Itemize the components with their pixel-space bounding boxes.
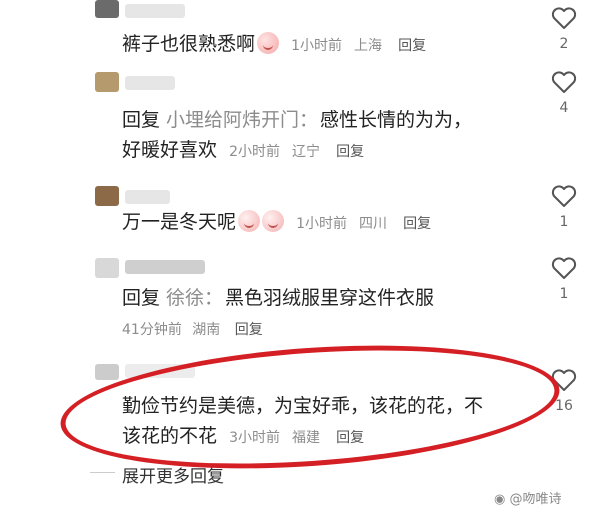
- comment-body: 万一是冬天呢 1小时前 四川 回复: [122, 208, 431, 238]
- reply-to-user[interactable]: 小埋给阿炜开门：: [166, 109, 318, 131]
- comment-text-line1: 感性长情的为为，: [320, 109, 473, 131]
- reply-to-user[interactable]: 徐徐：: [166, 287, 223, 309]
- comment-body: 回复 徐徐： 黑色羽绒服里穿这件衣服: [122, 284, 434, 312]
- comment-text: 万一是冬天呢: [122, 211, 237, 233]
- like-count: 4: [559, 100, 569, 116]
- like-count: 1: [559, 214, 569, 230]
- comment-body-line2: 好暖好喜欢 2小时前 辽宁 回复: [122, 136, 364, 166]
- watermark-text: @吻唯诗: [509, 492, 562, 507]
- comment-time: 2小时前: [229, 144, 280, 160]
- divider: [90, 472, 115, 473]
- comment-time: 41分钟前: [122, 322, 182, 338]
- weibo-icon: ◉: [494, 492, 506, 507]
- like-count: 1: [559, 286, 569, 302]
- avatar[interactable]: [95, 72, 119, 92]
- reply-button[interactable]: 回复: [398, 38, 426, 54]
- avatar[interactable]: [95, 186, 119, 206]
- avatar[interactable]: [95, 258, 119, 278]
- like-count: 2: [559, 36, 569, 52]
- avatar[interactable]: [95, 0, 119, 18]
- comment-time: 1小时前: [296, 216, 347, 232]
- like-button[interactable]: 2: [548, 6, 580, 52]
- comment-text: 黑色羽绒服里穿这件衣服: [225, 287, 435, 309]
- reply-button[interactable]: 回复: [235, 322, 263, 338]
- comment-body: 回复 小埋给阿炜开门： 感性长情的为为，: [122, 106, 472, 134]
- username-blurred[interactable]: [125, 4, 185, 18]
- comment-body: 裤子也很熟悉啊 1小时前 上海 回复: [122, 30, 426, 60]
- comment-meta-row: 41分钟前 湖南 回复: [122, 316, 263, 344]
- expand-replies-button[interactable]: 展开更多回复: [122, 462, 224, 487]
- reply-button[interactable]: 回复: [336, 144, 364, 160]
- username-blurred[interactable]: [125, 190, 170, 204]
- comment-time: 1小时前: [291, 38, 342, 54]
- comment-location: 上海: [354, 38, 383, 54]
- crying-emoji-icon: [238, 210, 261, 232]
- avatar[interactable]: [95, 364, 119, 380]
- reply-button[interactable]: 回复: [403, 216, 431, 232]
- crying-emoji-icon: [262, 210, 285, 232]
- like-button[interactable]: 1: [548, 256, 580, 302]
- watermark: ◉ @吻唯诗: [494, 488, 562, 507]
- peach-emoji-icon: [257, 32, 280, 54]
- like-button[interactable]: 1: [548, 184, 580, 230]
- heart-icon: [551, 185, 577, 207]
- heart-icon: [551, 257, 577, 279]
- username-blurred[interactable]: [125, 260, 205, 274]
- comment-location: 四川: [359, 216, 388, 232]
- comment-text-line2: 好暖好喜欢: [122, 139, 218, 161]
- comment-location: 湖南: [192, 322, 221, 338]
- comment-location: 辽宁: [292, 144, 321, 160]
- reply-prefix: 回复: [122, 109, 161, 131]
- reply-prefix: 回复: [122, 287, 161, 309]
- heart-icon: [551, 7, 577, 29]
- comment-text: 裤子也很熟悉啊: [122, 33, 256, 55]
- username-blurred[interactable]: [125, 76, 175, 90]
- like-button[interactable]: 4: [548, 70, 580, 116]
- highlight-circle: [56, 330, 564, 484]
- heart-icon: [551, 71, 577, 93]
